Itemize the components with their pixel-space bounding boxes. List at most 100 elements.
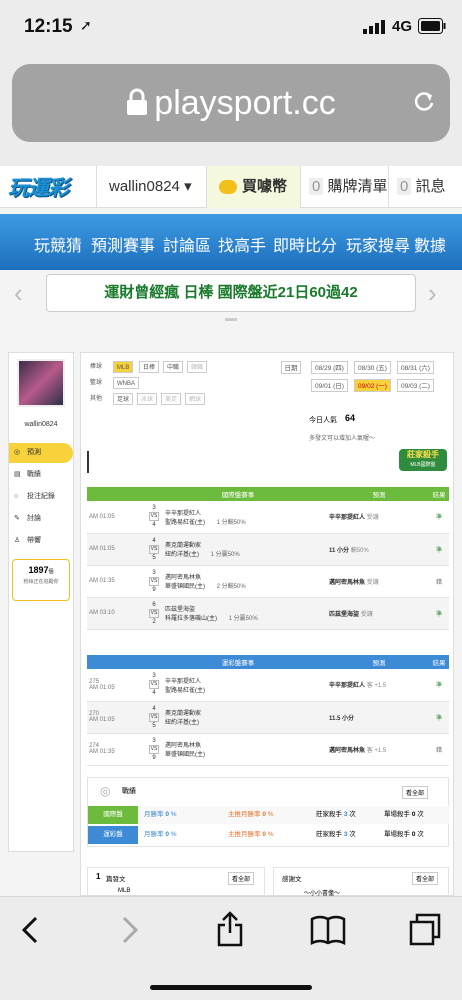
buy-coins-label: 買噱幣 xyxy=(242,178,288,195)
lot-score-b: 9 xyxy=(152,754,156,761)
filter-npb[interactable]: 日棒 xyxy=(139,361,160,373)
filter-cpbl[interactable]: 中職 xyxy=(163,361,184,373)
table-row: 274 AM 01:35 3 VS 9 邁阿密馬林魚 華盛頓國民(主) 邁阿密馬林魚 客 +1… xyxy=(87,733,449,765)
filter-mlb[interactable]: MLB xyxy=(113,361,134,373)
prediction-note: 受讓 xyxy=(366,579,379,586)
home-rate-label: 主推月勝率 xyxy=(228,811,261,818)
nav-item-6[interactable]: 玩家搜尋 xyxy=(346,232,410,256)
table-row: AM 01:05 3 VS 4 辛辛那提紅人 聖路易紅雀(主) 1 分輸50% 辛辛那提紅人… xyxy=(87,501,449,533)
user-menu[interactable]: wallin0824 ▾ xyxy=(96,166,206,208)
result: 準 xyxy=(435,547,442,554)
msg-label: 訊息 xyxy=(415,178,446,195)
thanks-item[interactable]: ～小小書僮～ xyxy=(304,888,340,896)
team-home: 華盛頓國民(主) xyxy=(165,752,205,758)
nav-item-2[interactable]: 預測賽事 xyxy=(91,232,155,256)
prediction-note: 客 +1.5 xyxy=(366,683,387,690)
intl-score-b: 2 xyxy=(152,618,156,625)
table-row: 270 AM 01:05 4 VS 5 奧克蘭運動家 紐約洋基(主) 11.5 小分 準 xyxy=(87,701,449,733)
main-panel: 棒球 MLB 日棒 中職 韓職 籃球 WNBA 其他 足球 冰球 美足 網球 日… xyxy=(80,352,454,896)
sidebar-item-label: 帶響 xyxy=(27,537,41,544)
browser-toolbar: playsport.cc xyxy=(0,56,462,166)
thanks-title: 感謝文 xyxy=(282,876,302,883)
result: 準 xyxy=(435,515,442,522)
address-bar[interactable]: playsport.cc xyxy=(12,64,450,142)
times: 次 xyxy=(349,811,356,818)
banner-prev-icon[interactable]: ‹ xyxy=(14,278,23,309)
url-text[interactable]: playsport.cc xyxy=(12,64,450,142)
filter-soccer[interactable]: 足球 xyxy=(113,393,134,405)
nav-item-5[interactable]: 即時比分 xyxy=(273,232,337,256)
banner-next-icon[interactable]: › xyxy=(428,278,437,309)
sidebar-item-fans[interactable]: ♙ 帶響 xyxy=(9,531,73,551)
lottery-pred-header: 預測 xyxy=(372,660,386,667)
back-icon[interactable] xyxy=(20,915,40,950)
date-0831[interactable]: 08/31 (六) xyxy=(397,361,434,374)
filter-football[interactable]: 美足 xyxy=(161,393,182,405)
tabs-icon[interactable] xyxy=(408,913,442,952)
posts-panel: 1 篇發文 看全部 MLB xyxy=(87,867,265,896)
prediction: 邁阿密馬林魚 xyxy=(329,579,366,586)
nav-item-3[interactable]: 討論區 xyxy=(163,232,211,256)
fans-suffix: 個 xyxy=(48,569,54,575)
posts-item[interactable]: MLB xyxy=(118,888,130,894)
date-0903[interactable]: 09/03 (二) xyxy=(397,379,434,392)
prediction: 辛辛那提紅人 xyxy=(329,515,366,522)
forward-icon[interactable] xyxy=(120,915,140,950)
other-label: 其他 xyxy=(87,393,106,405)
nav-item-1[interactable]: 玩競猜 xyxy=(34,232,82,256)
month-rate-label: 月勝率 xyxy=(144,831,164,838)
vs-badge: VS xyxy=(149,576,159,586)
edit-icon: ✎ xyxy=(14,515,20,522)
lottery-header: 運彩盤賽事 xyxy=(221,660,255,667)
filter-tennis[interactable]: 網球 xyxy=(185,393,206,405)
popularity-note: 多發文可以增加人氣喔～ xyxy=(309,436,376,442)
sidebar-item-predict[interactable]: ◎ 預測 xyxy=(9,443,73,463)
team-home: 聖路易紅雀(主) xyxy=(165,687,205,694)
post-input[interactable] xyxy=(87,451,387,473)
nav-item-4[interactable]: 找高手 xyxy=(218,232,266,256)
sidebar-item-label: 預測 xyxy=(27,449,41,456)
banner[interactable]: 運財曾經瘋 日棒 國際盤近21日60過42 xyxy=(46,274,416,312)
avatar[interactable] xyxy=(17,359,65,407)
line: 1 分贏50% xyxy=(210,552,240,558)
prediction-note: 受讓 xyxy=(366,515,379,522)
times: 次 xyxy=(417,811,424,818)
game-time: AM 03:10 xyxy=(89,610,115,616)
thanks-more-button[interactable]: 看全部 xyxy=(412,872,439,885)
filter-kbo[interactable]: 韓職 xyxy=(187,361,208,373)
fans-box: 1897個 粉絲正在追蹤你 xyxy=(12,559,70,601)
location-icon: ➚ xyxy=(80,17,92,33)
reload-icon[interactable] xyxy=(412,90,436,119)
pct: % xyxy=(267,811,274,818)
result: 錯 xyxy=(435,579,442,586)
home-indicator xyxy=(150,985,312,990)
buy-coins-button[interactable]: 買噱幣 xyxy=(206,166,300,208)
cart-label: 購牌清單 xyxy=(327,178,388,195)
lot-score-b: 4 xyxy=(152,690,156,697)
line: 1 分輸50% xyxy=(216,519,246,526)
bookmarks-icon[interactable] xyxy=(310,915,346,950)
sidebar: wallin0824 ◎ 預測 ▤ 戰績 ○ 投注紀錄 ✎ 討論 ♙ 帶響 1897個 粉… xyxy=(8,352,74,852)
date-0901[interactable]: 09/01 (日) xyxy=(311,379,348,392)
vs-badge: VS xyxy=(149,544,159,554)
intl-score-a: 4 xyxy=(152,537,156,544)
sidebar-item-record[interactable]: ▤ 戰績 xyxy=(9,465,73,485)
nav-item-7[interactable]: 數據 xyxy=(414,232,446,256)
date-0829[interactable]: 08/29 (四) xyxy=(311,361,348,374)
date-0902[interactable]: 09/02 (一) xyxy=(354,379,391,392)
pct: % xyxy=(267,831,274,838)
share-icon[interactable] xyxy=(216,911,244,952)
posts-more-button[interactable]: 看全部 xyxy=(228,872,255,885)
banner-dots xyxy=(225,318,237,321)
site-logo[interactable]: 玩運彩 xyxy=(8,172,69,202)
messages-button[interactable]: 0 訊息 xyxy=(388,166,462,208)
date-0830[interactable]: 08/30 (五) xyxy=(354,361,391,374)
sidebar-item-forum[interactable]: ✎ 討論 xyxy=(9,509,73,529)
battery-icon xyxy=(418,18,446,39)
filter-hockey[interactable]: 冰球 xyxy=(137,393,158,405)
status-bar: 12:15 ➚ 4G xyxy=(0,0,462,56)
filter-wnba[interactable]: WNBA xyxy=(113,377,139,389)
sidebar-item-history[interactable]: ○ 投注紀錄 xyxy=(9,487,73,507)
cart-button[interactable]: 0 購牌清單 xyxy=(300,166,388,208)
record-more-button[interactable]: 看全部 xyxy=(402,786,429,799)
